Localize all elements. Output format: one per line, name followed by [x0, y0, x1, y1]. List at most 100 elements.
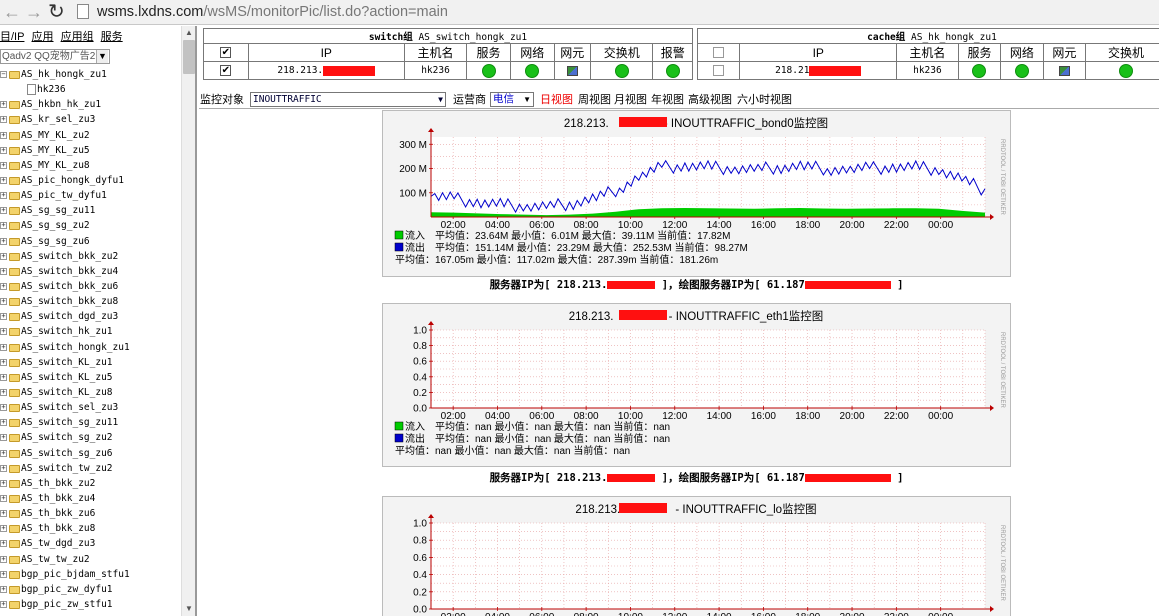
- tree-item[interactable]: + AS_sg_sg_zu6: [0, 234, 180, 249]
- tree-item[interactable]: + AS_hkbn_hk_zu1: [0, 97, 180, 112]
- collapse-icon[interactable]: −: [0, 71, 7, 78]
- chevron-down-icon[interactable]: ▼: [438, 93, 443, 106]
- chevron-down-icon[interactable]: ▼: [96, 50, 108, 63]
- sidebar-scrollbar[interactable]: ▲ ▼: [181, 26, 195, 616]
- tree-item[interactable]: + AS_switch_hongk_zu1: [0, 340, 180, 355]
- tree-item[interactable]: + AS_switch_KL_zu1: [0, 355, 180, 370]
- tree-child-item[interactable]: hk236: [0, 82, 180, 97]
- expand-icon[interactable]: +: [0, 343, 7, 351]
- tree-item[interactable]: + AS_th_bkk_zu6: [0, 506, 180, 521]
- tree-item[interactable]: + AS_switch_tw_zu2: [0, 461, 180, 476]
- expand-icon[interactable]: +: [0, 404, 7, 412]
- expand-icon[interactable]: +: [0, 434, 7, 442]
- back-icon[interactable]: ←: [3, 0, 21, 25]
- expand-icon[interactable]: +: [0, 222, 7, 230]
- tree-item[interactable]: + bgp_pic_zw_stfu1: [0, 597, 180, 612]
- forward-icon[interactable]: →: [25, 0, 43, 25]
- tree-item[interactable]: + AS_tw_tw_zu2: [0, 552, 180, 567]
- chevron-down-icon[interactable]: ▼: [523, 93, 531, 106]
- expand-icon[interactable]: +: [0, 570, 7, 578]
- select-all-checkbox[interactable]: [713, 47, 725, 59]
- expand-icon[interactable]: +: [0, 510, 7, 518]
- view-day[interactable]: 日视图: [540, 91, 573, 109]
- sidebar-select[interactable]: Qadv2 QQ宠物广告2: [0, 49, 110, 64]
- tree-item[interactable]: + AS_th_bkk_zu2: [0, 476, 180, 491]
- expand-icon[interactable]: +: [0, 449, 7, 457]
- tree-item[interactable]: + AS_switch_KL_zu5: [0, 370, 180, 385]
- address-bar[interactable]: wsms.lxdns.com/wsMS/monitorPic/list.do?a…: [97, 0, 448, 24]
- view-month[interactable]: 月视图: [614, 91, 647, 109]
- row-select-cell[interactable]: ✔: [203, 61, 249, 80]
- select-all-checkbox[interactable]: ✔: [220, 47, 232, 59]
- view-year[interactable]: 年视图: [651, 91, 684, 109]
- tree-item[interactable]: + AS_switch_hk_zu1: [0, 324, 180, 339]
- row-select-cell[interactable]: [696, 61, 741, 80]
- row-checkbox[interactable]: ✔: [220, 65, 232, 77]
- tree-item[interactable]: + AS_MY_KL_zu2: [0, 128, 180, 143]
- menu-app[interactable]: 应用: [32, 31, 54, 43]
- tree-item[interactable]: + AS_tw_dgd_zu3: [0, 536, 180, 551]
- expand-icon[interactable]: +: [0, 479, 7, 487]
- expand-icon[interactable]: +: [0, 237, 7, 245]
- expand-icon[interactable]: +: [0, 298, 7, 306]
- tree-item[interactable]: + AS_switch_sel_zu3: [0, 400, 180, 415]
- view-six-hour[interactable]: 六小时视图: [737, 91, 792, 109]
- tree-item[interactable]: + AS_switch_bkk_zu8: [0, 294, 180, 309]
- expand-icon[interactable]: +: [0, 585, 7, 593]
- tree-item[interactable]: + AS_pic_hongk_dyfu1: [0, 173, 180, 188]
- select-all-cell[interactable]: [696, 43, 741, 62]
- tree-item[interactable]: + AS_th_bkk_zu4: [0, 491, 180, 506]
- menu-ip[interactable]: 目/IP: [0, 31, 24, 43]
- ne-status[interactable]: [553, 61, 592, 80]
- expand-icon[interactable]: +: [0, 267, 7, 275]
- expand-icon[interactable]: +: [0, 131, 7, 139]
- expand-icon[interactable]: +: [0, 494, 7, 502]
- row-checkbox[interactable]: [713, 65, 725, 77]
- tree-item[interactable]: + AS_kr_sel_zu3: [0, 112, 180, 127]
- expand-icon[interactable]: +: [0, 419, 7, 427]
- tree-item[interactable]: + AS_MY_KL_zu5: [0, 143, 180, 158]
- network-element-icon[interactable]: [566, 65, 578, 76]
- menu-service[interactable]: 服务: [101, 31, 123, 43]
- tree-item[interactable]: + AS_switch_bkk_zu2: [0, 249, 180, 264]
- expand-icon[interactable]: +: [0, 176, 7, 184]
- expand-icon[interactable]: +: [0, 252, 7, 260]
- tree-item[interactable]: + AS_switch_bkk_zu6: [0, 279, 180, 294]
- tree-item[interactable]: + bgp_pic_bjdam_stfu1: [0, 567, 180, 582]
- expand-icon[interactable]: +: [0, 600, 7, 608]
- view-week[interactable]: 周视图: [578, 91, 611, 109]
- expand-icon[interactable]: +: [0, 388, 7, 396]
- ne-status[interactable]: [1042, 61, 1087, 80]
- expand-icon[interactable]: +: [0, 328, 7, 336]
- tree-item[interactable]: + AS_MY_KL_zu8: [0, 158, 180, 173]
- expand-icon[interactable]: +: [0, 373, 7, 381]
- scroll-down-icon[interactable]: ▼: [182, 602, 195, 616]
- expand-icon[interactable]: +: [0, 358, 7, 366]
- expand-icon[interactable]: +: [0, 313, 7, 321]
- expand-icon[interactable]: +: [0, 161, 7, 169]
- expand-icon[interactable]: +: [0, 146, 7, 154]
- tree-item[interactable]: + AS_sg_sg_zu11: [0, 203, 180, 218]
- menu-app-group[interactable]: 应用组: [61, 31, 94, 43]
- view-advanced[interactable]: 高级视图: [688, 91, 732, 109]
- tree-item[interactable]: + AS_switch_sg_zu2: [0, 430, 180, 445]
- expand-icon[interactable]: +: [0, 282, 7, 290]
- expand-icon[interactable]: +: [0, 207, 7, 215]
- tree-item[interactable]: + AS_switch_sg_zu11: [0, 415, 180, 430]
- scroll-thumb[interactable]: [183, 40, 195, 74]
- expand-icon[interactable]: +: [0, 464, 7, 472]
- tree-item[interactable]: − AS_hk_hongk_zu1: [0, 67, 180, 82]
- tree-item[interactable]: + AS_pic_tw_dyfu1: [0, 188, 180, 203]
- tree-item[interactable]: + AS_th_bkk_zu8: [0, 521, 180, 536]
- network-element-icon[interactable]: [1058, 65, 1070, 76]
- tree-item[interactable]: + AS_switch_dgd_zu3: [0, 309, 180, 324]
- expand-icon[interactable]: +: [0, 555, 7, 563]
- expand-icon[interactable]: +: [0, 525, 7, 533]
- reload-icon[interactable]: ↻: [48, 0, 65, 25]
- expand-icon[interactable]: +: [0, 192, 7, 200]
- scroll-up-icon[interactable]: ▲: [182, 26, 195, 40]
- expand-icon[interactable]: +: [0, 101, 7, 109]
- tree-item[interactable]: + AS_switch_sg_zu6: [0, 446, 180, 461]
- carrier-select[interactable]: 电信 ▼: [490, 92, 534, 107]
- select-all-cell[interactable]: ✔: [203, 43, 249, 62]
